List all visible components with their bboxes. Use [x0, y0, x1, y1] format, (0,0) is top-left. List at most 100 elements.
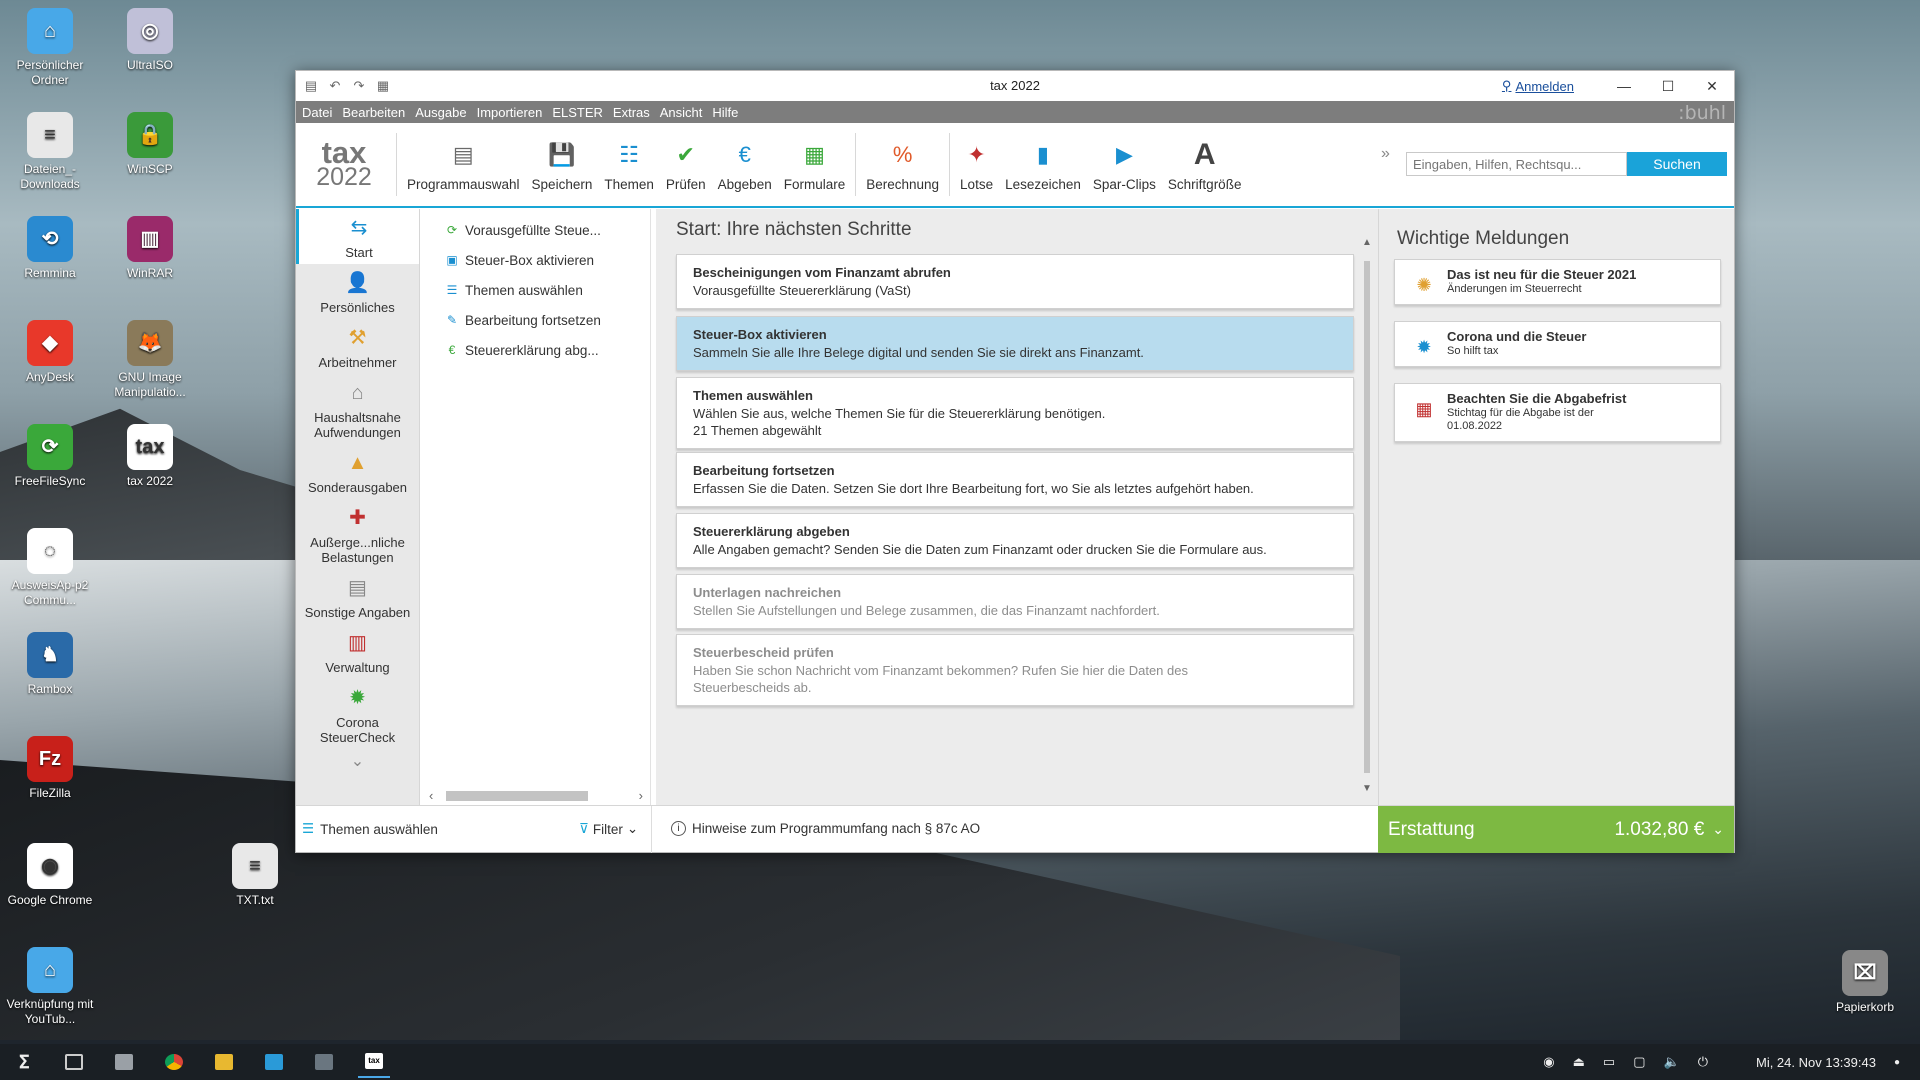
- tree-item[interactable]: ▣ Steuer-Box aktivieren: [421, 245, 650, 275]
- maximize-button[interactable]: ☐: [1646, 71, 1690, 101]
- toolbar-button[interactable]: A Schriftgröße: [1162, 123, 1248, 206]
- filter-button[interactable]: ⊽ Filter ⌄: [579, 821, 638, 837]
- toolbar-button[interactable]: ✦ Lotse: [954, 123, 999, 206]
- menu-item[interactable]: Extras: [608, 105, 655, 120]
- nav-more-button[interactable]: ⌄: [296, 751, 419, 771]
- window-taskbar-icon[interactable]: [308, 1046, 340, 1078]
- clock[interactable]: Mi, 24. Nov 13:39:43: [1756, 1055, 1876, 1070]
- news-card[interactable]: ✺ Das ist neu für die Steuer 2021 Änderung…: [1394, 259, 1721, 305]
- toolbar-button[interactable]: ▦ Formulare: [778, 123, 852, 206]
- redo-icon[interactable]: ↷: [350, 77, 368, 95]
- login-link[interactable]: ⚲ Anmelden: [1502, 78, 1574, 94]
- menu-item[interactable]: Bearbeiten: [337, 105, 410, 120]
- desktop-icon[interactable]: ⌂ Persönlicher Ordner: [5, 8, 95, 88]
- tree-item[interactable]: ⟳ Vorausgefüllte Steue...: [421, 215, 650, 245]
- chrome-taskbar-icon[interactable]: [158, 1046, 190, 1078]
- desktop-icon[interactable]: ⌂ Verknüpfung mit YouTub...: [5, 947, 95, 1027]
- toolbar-button[interactable]: € Abgeben: [712, 123, 778, 206]
- toolbar-button[interactable]: ▤ Programmauswahl: [401, 123, 526, 206]
- nav-item[interactable]: ⇆ Start: [296, 209, 419, 264]
- step-card[interactable]: Themen auswählen Wählen Sie aus, welche T…: [676, 377, 1354, 449]
- step-card[interactable]: Bescheinigungen vom Finanzamt abrufen Vor…: [676, 254, 1354, 309]
- menu-item[interactable]: Ansicht: [655, 105, 708, 120]
- tax-taskbar-icon[interactable]: tax: [358, 1046, 390, 1078]
- nav-item[interactable]: ✚ Außerge...nliche Belastungen: [296, 499, 419, 569]
- scroll-up-icon[interactable]: ▲: [1362, 237, 1372, 248]
- toolbar-overflow-button[interactable]: »: [1381, 145, 1390, 163]
- start-menu-icon[interactable]: ⵉ: [8, 1046, 40, 1078]
- toolbar-button[interactable]: ▶ Spar-Clips: [1087, 123, 1162, 206]
- screen-icon[interactable]: ▢: [1633, 1054, 1645, 1070]
- desktop-icon[interactable]: ♞ Rambox: [5, 632, 95, 697]
- eject-icon[interactable]: ⏏: [1573, 1054, 1585, 1070]
- screenshot-taskbar-icon[interactable]: [258, 1046, 290, 1078]
- news-card[interactable]: ▦ Beachten Sie die Abgabefrist Stichtag fü…: [1394, 383, 1721, 442]
- menu-item[interactable]: ELSTER: [547, 105, 608, 120]
- desktop-icon[interactable]: 🔒 WinSCP: [105, 112, 195, 177]
- notification-dot-icon[interactable]: ●: [1894, 1057, 1900, 1068]
- menu-item[interactable]: Hilfe: [707, 105, 743, 120]
- main-vscrollbar[interactable]: ▲ ▼: [1362, 237, 1372, 794]
- file-manager-icon[interactable]: [108, 1046, 140, 1078]
- nav-item[interactable]: 👤 Persönliches: [296, 264, 419, 319]
- nav-item[interactable]: ✹ Corona SteuerCheck: [296, 679, 419, 749]
- legal-hint-link[interactable]: i Hinweise zum Programmumfang nach § 87c …: [671, 821, 980, 836]
- desktop-icon[interactable]: ⌧ Papierkorb: [1820, 950, 1910, 1015]
- search-input[interactable]: [1406, 152, 1627, 176]
- news-card[interactable]: ✹ Corona und die Steuer So hilft tax: [1394, 321, 1721, 367]
- tree-item[interactable]: € Steuererklärung abg...: [421, 335, 650, 365]
- search-button[interactable]: Suchen: [1627, 152, 1727, 176]
- desktop-icon[interactable]: ≡ TXT.txt: [210, 843, 300, 908]
- save-quick-icon[interactable]: ▤: [302, 77, 320, 95]
- toolbar-button[interactable]: ▮ Lesezeichen: [999, 123, 1087, 206]
- network-icon[interactable]: ◉: [1543, 1054, 1554, 1070]
- topics-select-button[interactable]: ☰ Themen auswählen: [302, 821, 438, 837]
- step-card[interactable]: Unterlagen nachreichen Stellen Sie Aufste…: [676, 574, 1354, 629]
- undo-icon[interactable]: ↶: [326, 77, 344, 95]
- scroll-right-icon[interactable]: ›: [639, 788, 643, 803]
- power-icon[interactable]: ⏻: [1698, 1054, 1708, 1070]
- desktop-icon[interactable]: ◉ Google Chrome: [5, 843, 95, 908]
- step-card[interactable]: Steuererklärung abgeben Alle Angaben gema…: [676, 513, 1354, 568]
- tree-item[interactable]: ☰ Themen auswählen: [421, 275, 650, 305]
- desktop-icon[interactable]: ▥ WinRAR: [105, 216, 195, 281]
- step-card[interactable]: Steuer-Box aktivieren Sammeln Sie alle Ih…: [676, 316, 1354, 371]
- desktop-icon[interactable]: ◆ AnyDesk: [5, 320, 95, 385]
- nav-item[interactable]: ▥ Verwaltung: [296, 624, 419, 679]
- desktop-icon[interactable]: ⟲ Remmina: [5, 216, 95, 281]
- desktop-icon[interactable]: ⟳ FreeFileSync: [5, 424, 95, 489]
- nav-item[interactable]: ▲ Sonderausgaben: [296, 444, 419, 499]
- refund-box[interactable]: Erstattung 1.032,80 € ⌄: [1378, 806, 1734, 853]
- scroll-thumb[interactable]: [446, 791, 588, 801]
- step-card[interactable]: Steuerbescheid prüfen Haben Sie schon Nac…: [676, 634, 1354, 706]
- desktop-icon[interactable]: ◌ AusweisAp-p2 Commu...: [5, 528, 95, 608]
- desktop-icon[interactable]: 🦊 GNU Image Manipulatio...: [105, 320, 195, 400]
- tree-item[interactable]: ✎ Bearbeitung fortsetzen: [421, 305, 650, 335]
- nav-item[interactable]: ⚒ Arbeitnehmer: [296, 319, 419, 374]
- desktop-icon[interactable]: ◎ UltraISO: [105, 8, 195, 73]
- desktop-icon[interactable]: ≡ Dateien_-Downloads: [5, 112, 95, 192]
- desktop-icon[interactable]: tax tax 2022: [105, 424, 195, 489]
- scroll-down-icon[interactable]: ▼: [1362, 783, 1372, 794]
- toolbar-button[interactable]: ✔ Prüfen: [660, 123, 712, 206]
- show-desktop-icon[interactable]: [58, 1046, 90, 1078]
- toolbar-button[interactable]: 💾 Speichern: [526, 123, 599, 206]
- nav-item[interactable]: ▤ Sonstige Angaben: [296, 569, 419, 624]
- desktop-icon[interactable]: Fz FileZilla: [5, 736, 95, 801]
- toolbar-button[interactable]: ☷ Themen: [598, 123, 660, 206]
- display-icon[interactable]: ▭: [1603, 1054, 1615, 1070]
- menu-item[interactable]: Importieren: [472, 105, 548, 120]
- menu-item[interactable]: Datei: [297, 105, 337, 120]
- folder-taskbar-icon[interactable]: [208, 1046, 240, 1078]
- scroll-left-icon[interactable]: ‹: [429, 788, 433, 803]
- minimize-button[interactable]: —: [1602, 71, 1646, 101]
- step-card[interactable]: Bearbeitung fortsetzen Erfassen Sie die D…: [676, 452, 1354, 507]
- tree-hscrollbar[interactable]: ‹ ›: [421, 785, 651, 805]
- nav-item[interactable]: ⌂ Haushaltsnahe Aufwendungen: [296, 374, 419, 444]
- menu-item[interactable]: Ausgabe: [410, 105, 471, 120]
- close-button[interactable]: ✕: [1690, 71, 1734, 101]
- volume-icon[interactable]: 🔈: [1664, 1054, 1680, 1070]
- scroll-thumb[interactable]: [1364, 261, 1370, 773]
- toolbar-button[interactable]: % Berechnung: [860, 123, 945, 206]
- calculator-icon[interactable]: ▦: [374, 77, 392, 95]
